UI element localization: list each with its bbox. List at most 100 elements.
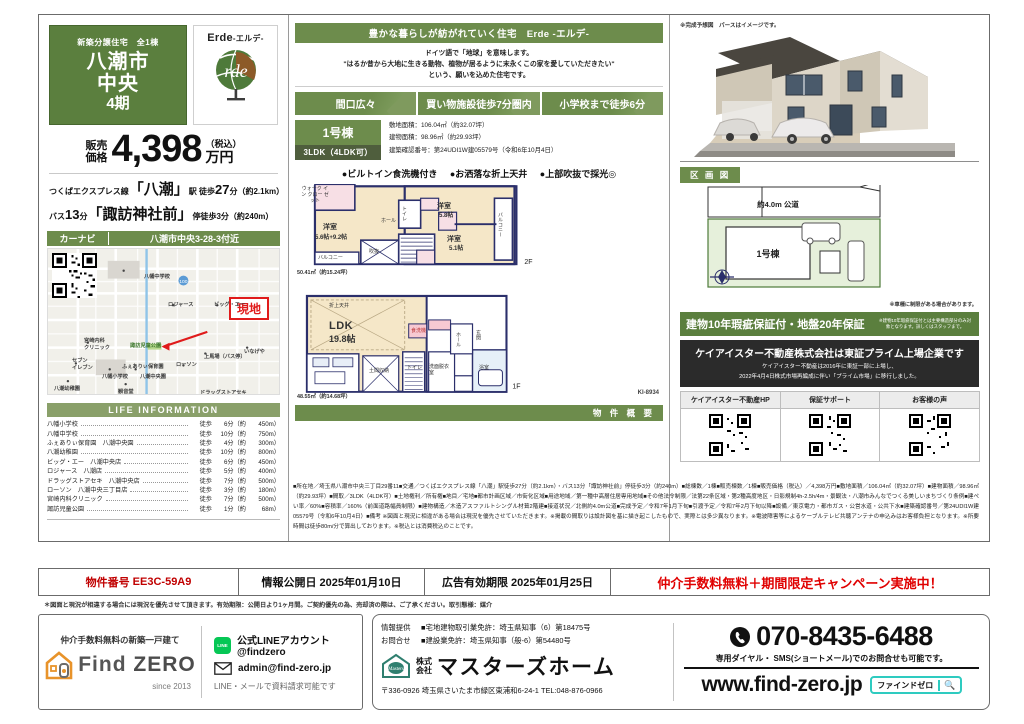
qr-cell-customer-voice[interactable]: お客様の声 (879, 391, 981, 462)
license-row-1: 情報提供 ■宅地建物取引業免許：埼玉県知事（6）第18475号 (381, 623, 591, 632)
price-label: 販売 価格 (85, 140, 108, 164)
findzero-footer: 仲介手数料無料の新築一戸建て Find ZERO since 2013 LINE… (38, 614, 363, 710)
divider (684, 667, 979, 669)
svg-text:100: 100 (179, 279, 188, 285)
plan-room-entrance: 玄関 (475, 329, 481, 340)
list-item: ふぇありぃ保育園 八潮中央園 徒歩 4分（約 300m） (47, 439, 280, 447)
main-panel: 新築分譲住宅 全1棟 八潮市 中央 4期 Erde-エルデ- rde 販売 価格… (38, 14, 990, 542)
list-item: ドラッグストアセキ 八潮中央店 徒歩 7分（約 500m） (47, 477, 280, 485)
findzero-wordmark: Find ZERO (78, 652, 196, 676)
warranty-banner: 建物10年瑕疵保証付・地盤20年保証 ※建物10年瑕疵保証付とは主要構造部分のみ… (680, 312, 979, 336)
globe-icon: rde (206, 46, 266, 104)
list-item: ローソン 八潮中央三丁目店 徒歩 3分（約 180m） (47, 487, 280, 495)
qr-cell-company-hp[interactable]: ケイアイスター不動産HP (680, 391, 781, 462)
publish-date-cell: 情報公開日 2025年01月10日 (239, 569, 425, 595)
unit-number: 1号棟 (295, 119, 381, 145)
erde-logo-box: Erde-エルデ- rde (193, 25, 278, 125)
map-label: 八潮中央園 (140, 374, 166, 381)
line-icon (214, 636, 231, 654)
masters-company-block: 情報提供 ■宅地建物取引業免許：埼玉県知事（6）第18475号 お問合せ ■建設… (373, 615, 673, 709)
plan-note-raised-ceiling: 折上天井 (329, 302, 350, 309)
expiry-date-cell: 広告有効期限 2025年01月25日 (425, 569, 611, 595)
phone-row[interactable]: 070-8435-6488 (684, 621, 979, 652)
carnavi-label: カーナビ (47, 232, 109, 246)
price-unit: （税込） 万円 (205, 138, 242, 165)
website-url: www.find-zero.jp (701, 673, 863, 696)
plan-room-washroom: 洗面脱衣室 (429, 363, 450, 376)
floor-plan-area: 2F 1F ウォーク イン クロー ゼット 洋室 5.6帖+9.2帖 洋室 5.… (297, 183, 661, 400)
map-label: イレブン (72, 365, 93, 372)
badge-city-line1: 八潮市 (86, 50, 150, 73)
plan-code: KI-8934 (637, 389, 659, 396)
map-label: ロジャース (168, 302, 194, 309)
masters-name-row: Masters 株式 会社 マスターズホーム (381, 651, 673, 681)
line-account-row[interactable]: 公式LINEアカウント @findzero (214, 632, 362, 658)
map-label: クリニック (84, 345, 110, 352)
search-pill[interactable]: ファインドゼロ 🔍 (870, 676, 962, 694)
website-row[interactable]: www.find-zero.jp ファインドゼロ 🔍 (684, 673, 979, 697)
info-strip: 物件番号 EE3C-59A9 情報公開日 2025年01月10日 広告有効期限 … (38, 568, 990, 596)
feature-badges: 間口広々 買い物施設徒歩7分圏内 小学校まで徒歩6分 (295, 91, 663, 115)
header-badges: 新築分譲住宅 全1棟 八潮市 中央 4期 Erde-エルデ- rde (39, 15, 288, 125)
email-row[interactable]: admin@find-zero.jp (214, 662, 362, 675)
tagline-description: ドイツ語で「地球」を意味します。 "はるか昔から大地に生きる動物、植物が居るよう… (343, 50, 615, 80)
phone-icon (730, 626, 751, 647)
findzero-contact: 公式LINEアカウント @findzero admin@find-zero.jp… (202, 632, 362, 692)
divider (680, 161, 979, 162)
qr-icon (809, 414, 851, 456)
site-plan: 約4.0m 公道 1号棟 (680, 185, 979, 301)
svg-text:Masters: Masters (388, 667, 404, 672)
location-map[interactable]: 100 54 (47, 248, 280, 396)
perspective-note: ※完成予想図 パースはイメージです。 (680, 23, 780, 29)
second-floor-area: 50.41㎡（約15.24坪） (297, 269, 351, 276)
svg-text:1号棟: 1号棟 (756, 248, 780, 259)
company-name: マスターズホーム (437, 655, 616, 679)
map-label: 観音堂 (118, 389, 134, 396)
qr-title: お客様の声 (880, 392, 980, 409)
unit-spec-row: 1号棟 3LDK（4LDK可） 敷地面積：106.04㎡（約32.07坪） 建物… (295, 119, 663, 160)
right-column: ※完成予想図 パースはイメージです。 区 画 図 約4.0m 公道 1号棟 ※車… (670, 15, 989, 541)
svg-text:2F: 2F (524, 259, 532, 266)
listed-company-banner: ケイアイスター不動産株式会社は東証プライム上場企業です ケイアイスター不動産は2… (680, 340, 979, 387)
map-label: セブン (72, 358, 88, 365)
findzero-since: since 2013 (152, 681, 191, 691)
company-address: 〒336-0926 埼玉県さいたま市緑区東浦和6-24-1 TEL:048-87… (381, 685, 603, 695)
map-label: ふぇありぃ保育園 (122, 364, 164, 371)
masters-home-footer: 情報提供 ■宅地建物取引業免許：埼玉県知事（6）第18475号 お問合せ ■建設… (372, 614, 990, 710)
map-label: 八幡中学校 (144, 274, 170, 281)
plan-note-dishwasher: 食洗機 (411, 327, 427, 334)
list-item: 諏訪児童公園 徒歩 1分（約 68m） (47, 505, 280, 513)
search-icon: 🔍 (938, 679, 959, 691)
list-item: 宮崎内科クリニック 徒歩 7分（約 500m） (47, 496, 280, 504)
property-summary-title: 物 件 概 要 (295, 404, 663, 421)
site-plan-note: ※車種に制限がある場合があります。 (889, 302, 977, 308)
plan-room-ldk: LDK (329, 319, 354, 332)
search-keyword: ファインドゼロ (877, 680, 934, 690)
findzero-logo: Find ZERO (39, 650, 201, 680)
qr-icon (709, 414, 752, 456)
findzero-tagline: 仲介手数料無料の新築一戸建て (60, 634, 180, 645)
map-label: 八幡小学校 (102, 374, 128, 381)
plan-room-washitsu-1-size: 5.6帖+9.2帖 (315, 234, 348, 241)
unit-tag: 1号棟 3LDK（4LDK可） (295, 119, 381, 160)
plan-room-doma: 土間収納 (369, 367, 390, 374)
price-value: 4,398 (111, 128, 202, 170)
qr-graphic (52, 253, 97, 299)
plan-room-void: 吹抜 (369, 248, 380, 255)
qr-title: 保証サポート (780, 392, 880, 409)
plan-room-bath: 浴室 (479, 364, 490, 371)
badge-subtitle: 新築分譲住宅 全1棟 (77, 37, 159, 47)
center-column: 豊かな暮らしが紡がれていく住宅 Erde -エルデ- ドイツ語で「地球」を意味し… (289, 15, 670, 541)
map-label: ドラッグストアセキ (200, 390, 247, 396)
plan-room-washitsu-1: 洋室 (323, 223, 337, 231)
badge-phase: 4期 (106, 95, 130, 113)
svg-text:rde: rde (224, 61, 247, 81)
line-id: @findzero (237, 647, 286, 658)
svg-text:約4.0m 公道: 約4.0m 公道 (757, 199, 799, 209)
qr-cell-warranty-support[interactable]: 保証サポート (779, 391, 881, 462)
carnavi-qr-code[interactable] (52, 253, 97, 299)
access-line-train: つくばエクスプレス線「八潮」駅 徒歩27分（約2.1km） (49, 181, 285, 199)
license-row-2: お問合せ ■建設業免許：埼玉県知事（般-6）第54480号 (381, 635, 571, 645)
feature-badge-frontage: 間口広々 (295, 91, 417, 115)
location-badge: 新築分譲住宅 全1棟 八潮市 中央 4期 (49, 25, 187, 125)
